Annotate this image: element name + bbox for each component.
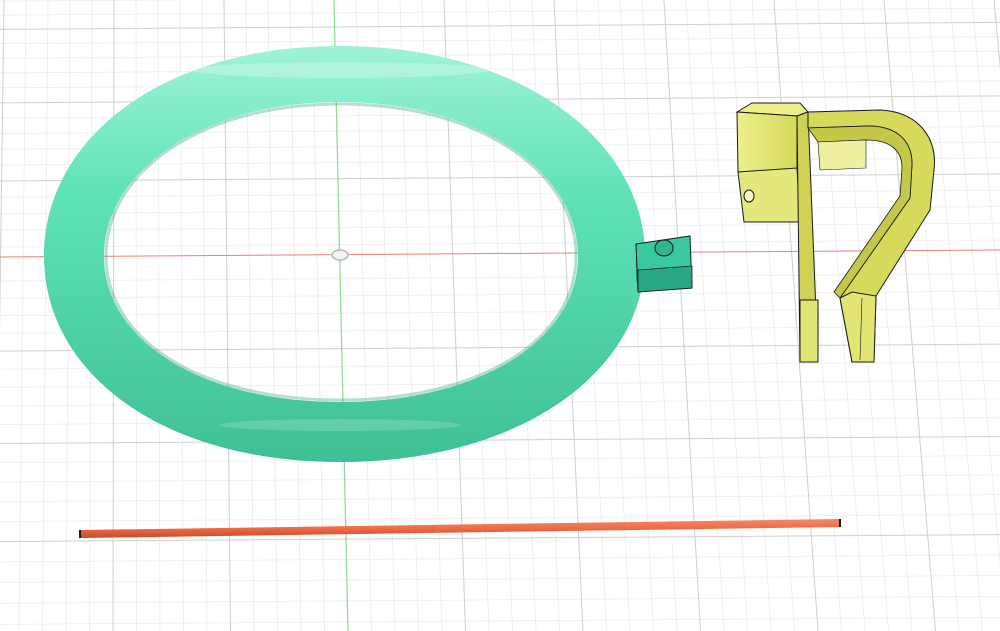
- grid-minor-line: [0, 455, 1000, 464]
- grid-major-line: [0, 173, 1000, 182]
- ring-tab[interactable]: [635, 235, 693, 293]
- ring-top-highlight: [190, 62, 490, 78]
- origin-marker[interactable]: [331, 249, 349, 261]
- grid-minor-line: [0, 514, 1000, 522]
- grid-major-line: [0, 435, 1000, 444]
- clip-body[interactable]: [735, 102, 936, 363]
- clip-hole: [743, 189, 755, 203]
- grid-major-line: [883, 0, 936, 631]
- grid-minor-line: [0, 222, 1000, 231]
- grid-minor-line: [0, 239, 1000, 248]
- grid-minor-line: [641, 0, 678, 631]
- grid-minor-line: [0, 554, 1000, 563]
- grid-minor-line: [0, 616, 1000, 625]
- grid-minor-line: [927, 0, 983, 631]
- grid-minor-line: [0, 65, 1000, 74]
- ring-tab-hole: [654, 239, 674, 257]
- ring-bottom-highlight: [220, 419, 460, 431]
- clip-stem-lower: [799, 299, 819, 363]
- ring-tab-side: [637, 265, 693, 293]
- grid-major-line: [993, 0, 1000, 70]
- grid-minor-line: [0, 474, 1000, 483]
- grid-minor-line: [905, 0, 960, 631]
- grid-minor-line: [949, 0, 1000, 568]
- grid-minor-line: [0, 206, 1000, 215]
- grid-minor-line: [971, 0, 1000, 312]
- grid-major-line: [0, 21, 1000, 30]
- grid-minor-line: [0, 50, 1000, 59]
- clip-block-front[interactable]: [736, 111, 798, 173]
- clip-back-wall: [817, 139, 867, 171]
- rod-shape[interactable]: [80, 519, 840, 538]
- rod-body[interactable]: [79, 519, 841, 538]
- grid-minor-line: [0, 494, 1000, 503]
- grid-minor-line: [0, 36, 1000, 45]
- grid-minor-line: [0, 575, 1000, 583]
- grid-minor-line: [0, 595, 1000, 604]
- cad-viewport[interactable]: [0, 0, 1000, 631]
- clip-hook-tip: [839, 291, 877, 363]
- grid-minor-line: [0, 7, 1000, 16]
- x-axis-line: [0, 249, 1000, 258]
- cad-scene[interactable]: [0, 0, 1000, 631]
- grid-minor-line: [0, 0, 222, 2]
- grid-minor-line: [0, 189, 1000, 198]
- origin-ring[interactable]: [331, 249, 349, 261]
